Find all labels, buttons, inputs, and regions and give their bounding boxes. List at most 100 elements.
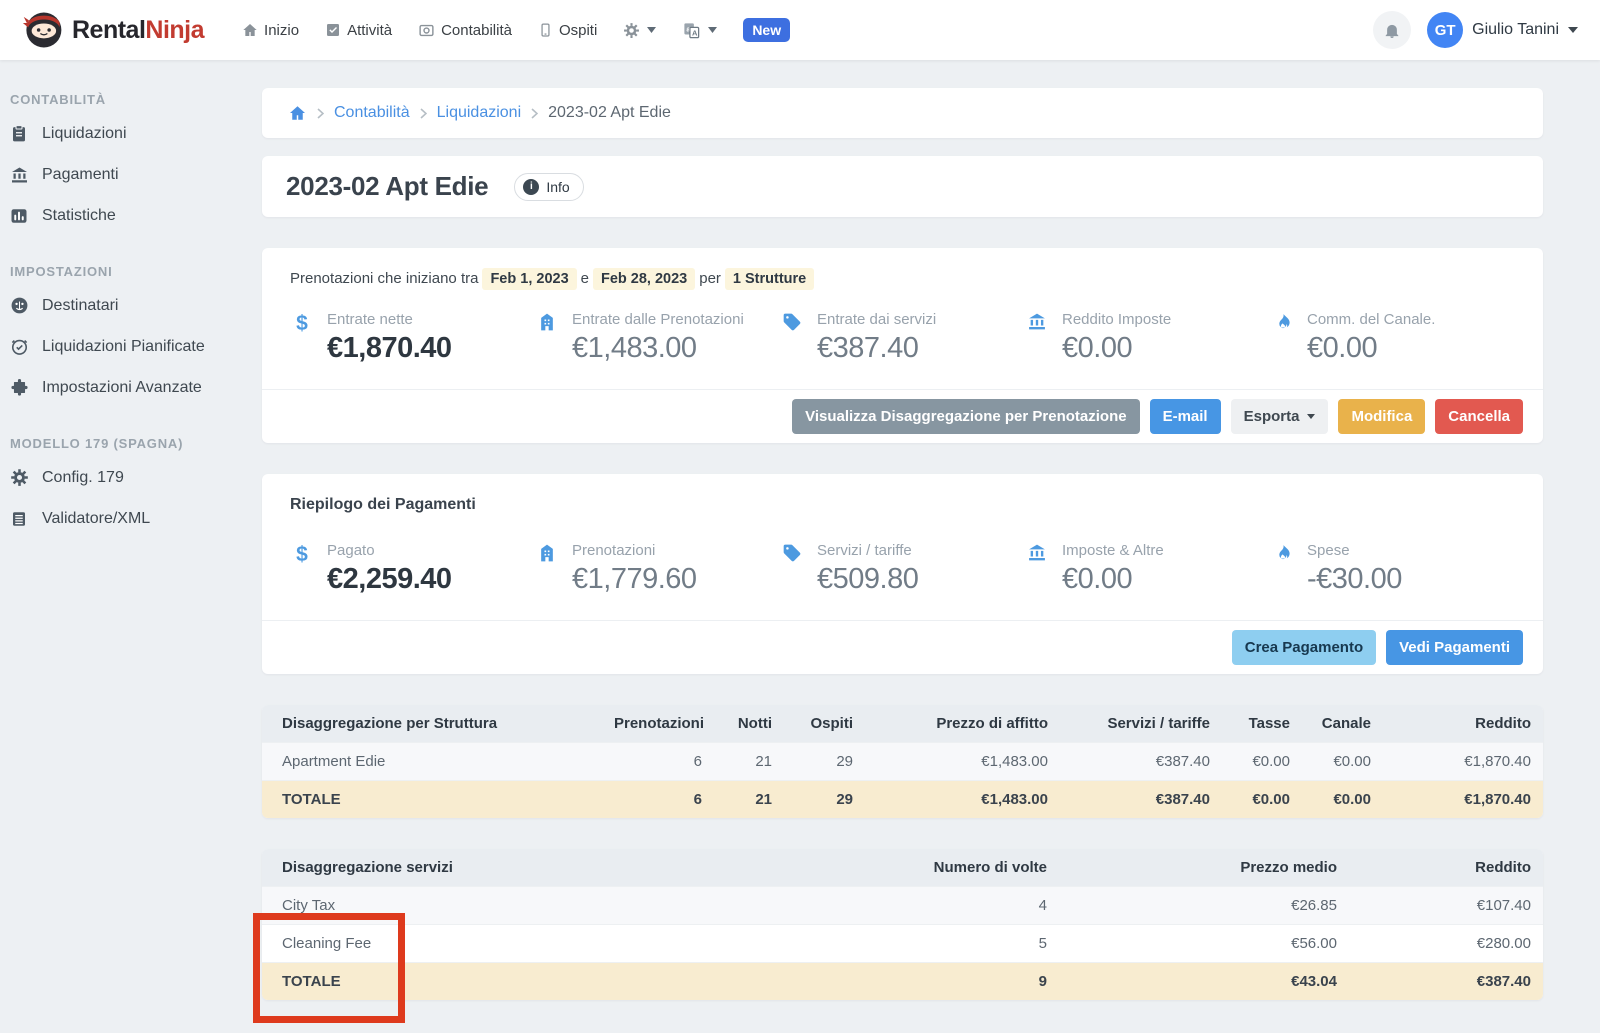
payments-actions: Crea Pagamento Vedi Pagamenti	[262, 620, 1543, 674]
stat-servizi-tariffe: Servizi / tariffe€509.80	[780, 542, 1025, 596]
new-button[interactable]: New	[743, 18, 790, 42]
bell-icon	[1383, 21, 1401, 40]
date-start-chip: Feb 1, 2023	[482, 268, 576, 290]
structure-table: Disaggregazione per Struttura Prenotazio…	[262, 705, 1543, 818]
gear-icon	[623, 22, 640, 39]
chevron-down-icon	[647, 27, 656, 33]
brand-logo[interactable]: RentalNinja	[22, 9, 204, 51]
stat-pagato: $ Pagato€2,259.40	[290, 542, 535, 596]
recipients-icon	[8, 296, 30, 315]
payments-stats-row: $ Pagato€2,259.40 Prenotazioni€1,779.60 …	[290, 542, 1515, 606]
bank-icon	[1025, 542, 1049, 596]
info-icon: i	[523, 179, 539, 195]
main-nav: Inizio Attività Contabilità Ospiti	[242, 18, 790, 42]
stat-comm-canale: Comm. del Canale.€0.00	[1270, 311, 1515, 365]
sidebar-section-impostazioni: IMPOSTAZIONI Destinatari Liquidazioni Pi…	[8, 264, 242, 408]
home-icon	[242, 22, 258, 38]
table-row: Cleaning Fee 5 €56.00 €280.00	[262, 925, 1543, 963]
tag-icon	[780, 311, 804, 365]
language-dropdown[interactable]: a A	[682, 21, 717, 40]
title-card: 2023-02 Apt Edie i Info	[262, 156, 1543, 217]
chevron-down-icon	[1307, 414, 1315, 419]
view-breakdown-button[interactable]: Visualizza Disaggregazione per Prenotazi…	[792, 399, 1139, 434]
create-payment-button[interactable]: Crea Pagamento	[1232, 630, 1376, 665]
sidebar-item-impostazioni-avanzate[interactable]: Impostazioni Avanzate	[8, 367, 242, 408]
scheduled-icon	[8, 337, 30, 356]
table-row: City Tax 4 €26.85 €107.40	[262, 887, 1543, 925]
breadcrumb-link-liquidazioni[interactable]: Liquidazioni	[437, 104, 522, 122]
flame-icon	[1270, 542, 1294, 596]
chevron-down-icon	[1568, 27, 1578, 33]
nav-item-inizio[interactable]: Inizio	[242, 22, 299, 39]
ninja-logo-icon	[22, 9, 64, 51]
sidebar-section-title: IMPOSTAZIONI	[8, 264, 242, 279]
nav-item-ospiti[interactable]: Ospiti	[538, 22, 597, 39]
building-icon	[535, 542, 559, 596]
services-table-card: Disaggregazione servizi Numero di volte …	[262, 849, 1543, 1000]
payments-summary-card: Riepilogo dei Pagamenti $ Pagato€2,259.4…	[262, 474, 1543, 674]
stat-spese: Spese-€30.00	[1270, 542, 1515, 596]
payments-summary-title: Riepilogo dei Pagamenti	[290, 496, 1515, 514]
nav-item-attivita[interactable]: Attività	[325, 22, 392, 39]
export-button[interactable]: Esporta	[1231, 399, 1329, 434]
stat-entrate-servizi: Entrate dai servizi€387.40	[780, 311, 1025, 365]
gear-icon	[8, 468, 30, 487]
chevron-separator-icon	[420, 108, 427, 119]
svg-text:A: A	[692, 28, 698, 37]
bookings-actions: Visualizza Disaggregazione per Prenotazi…	[262, 389, 1543, 443]
language-icon: a A	[682, 21, 701, 40]
sidebar: CONTABILITÀ Liquidazioni Pagamenti Stati…	[0, 60, 250, 567]
stat-reddito-imposte: Reddito Imposte€0.00	[1025, 311, 1270, 365]
info-button[interactable]: i Info	[514, 173, 583, 201]
structure-table-card: Disaggregazione per Struttura Prenotazio…	[262, 705, 1543, 818]
puzzle-icon	[8, 378, 30, 397]
sidebar-section-contabilita: CONTABILITÀ Liquidazioni Pagamenti Stati…	[8, 92, 242, 236]
view-payments-button[interactable]: Vedi Pagamenti	[1386, 630, 1523, 665]
sidebar-section-title: MODELLO 179 (SPAGNA)	[8, 436, 242, 451]
sidebar-item-liquidazioni-pianificate[interactable]: Liquidazioni Pianificate	[8, 326, 242, 367]
bookings-summary-card: Prenotazioni che iniziano traFeb 1, 2023…	[262, 248, 1543, 443]
bank-icon	[1025, 311, 1049, 365]
document-icon	[8, 510, 30, 528]
breadcrumb-current: 2023-02 Apt Edie	[548, 104, 671, 122]
table-row: Apartment Edie 6 21 29 €1,483.00 €387.40…	[262, 743, 1543, 781]
edit-button[interactable]: Modifica	[1338, 399, 1425, 434]
nav-item-contabilita[interactable]: Contabilità	[418, 22, 512, 39]
brand-name: RentalNinja	[72, 16, 204, 45]
sidebar-item-pagamenti[interactable]: Pagamenti	[8, 154, 242, 195]
settings-dropdown[interactable]	[623, 22, 656, 39]
guests-icon	[538, 22, 553, 38]
breadcrumb-home-icon[interactable]	[288, 104, 307, 122]
delete-button[interactable]: Cancella	[1435, 399, 1523, 434]
stat-entrate-prenotazioni: Entrate dalle Prenotazioni€1,483.00	[535, 311, 780, 365]
user-menu[interactable]: GT Giulio Tanini	[1427, 12, 1578, 48]
tag-icon	[780, 542, 804, 596]
clipboard-icon	[8, 124, 30, 143]
accounting-icon	[418, 22, 435, 39]
email-button[interactable]: E-mail	[1150, 399, 1221, 434]
sidebar-section-modello-179: MODELLO 179 (SPAGNA) Config. 179 Validat…	[8, 436, 242, 539]
services-table-header-row: Disaggregazione servizi Numero di volte …	[262, 849, 1543, 887]
breadcrumb-link-contabilita[interactable]: Contabilità	[334, 104, 410, 122]
sidebar-item-config-179[interactable]: Config. 179	[8, 457, 242, 498]
chevron-separator-icon	[317, 108, 324, 119]
stat-entrate-nette: $ Entrate nette€1,870.40	[290, 311, 535, 365]
main-content: Contabilità Liquidazioni 2023-02 Apt Edi…	[262, 88, 1543, 1031]
flame-icon	[1270, 311, 1294, 365]
stat-imposte-altre: Imposte & Altre€0.00	[1025, 542, 1270, 596]
dollar-icon: $	[290, 542, 314, 596]
avatar: GT	[1427, 12, 1463, 48]
topbar-right: GT Giulio Tanini	[1373, 11, 1578, 49]
table-total-row: TOTALE 6 21 29 €1,483.00 €387.40 €0.00 €…	[262, 781, 1543, 819]
table-total-row: TOTALE 9 €43.04 €387.40	[262, 963, 1543, 1001]
dollar-icon: $	[290, 311, 314, 365]
scope-chip: 1 Strutture	[725, 268, 814, 290]
sidebar-item-statistiche[interactable]: Statistiche	[8, 195, 242, 236]
notifications-button[interactable]	[1373, 11, 1411, 49]
sidebar-item-liquidazioni[interactable]: Liquidazioni	[8, 113, 242, 154]
page-title: 2023-02 Apt Edie	[286, 171, 488, 202]
tasks-icon	[325, 22, 341, 38]
sidebar-item-destinatari[interactable]: Destinatari	[8, 285, 242, 326]
structure-table-header-row: Disaggregazione per Struttura Prenotazio…	[262, 705, 1543, 743]
sidebar-item-validatore-xml[interactable]: Validatore/XML	[8, 498, 242, 539]
